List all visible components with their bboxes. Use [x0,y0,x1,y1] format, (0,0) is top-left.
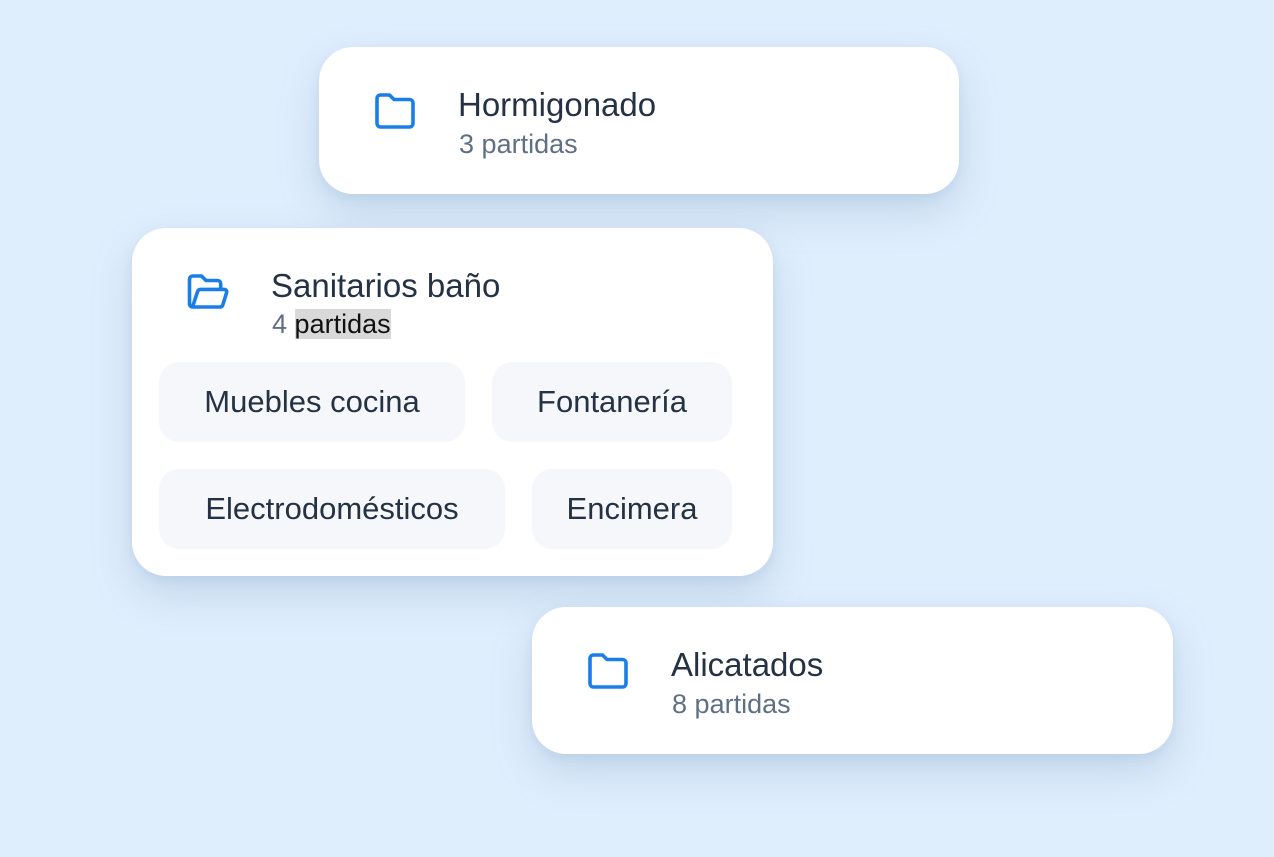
folder-title: Sanitarios baño [271,267,501,304]
folder-item-count: 8 partidas [672,688,791,720]
folder-open-icon [186,272,230,312]
chip-encimera[interactable]: Encimera [532,469,732,549]
item-count-unit: partidas [481,129,578,159]
folder-card-alicatados[interactable]: Alicatados 8 partidas [532,607,1173,754]
item-count-number: 3 [459,129,475,159]
chip-muebles-cocina[interactable]: Muebles cocina [159,362,465,442]
chip-electrodomesticos[interactable]: Electrodomésticos [159,469,505,549]
folder-icon [586,651,630,691]
folder-icon [373,91,417,131]
folder-item-count: 3 partidas [459,128,578,160]
folder-title: Alicatados [671,646,824,683]
folder-item-count: 4 partidas [272,308,391,340]
item-count-number: 4 [272,309,288,339]
chip-fontaneria[interactable]: Fontanería [492,362,732,442]
item-count-unit: partidas [694,689,791,719]
folder-title: Hormigonado [458,86,657,123]
folder-card-hormigonado[interactable]: Hormigonado 3 partidas [319,47,959,194]
item-count-number: 8 [672,689,688,719]
folder-card-sanitarios-bano[interactable]: Sanitarios baño 4 partidas Muebles cocin… [132,228,773,576]
item-count-unit-highlighted: partidas [294,309,391,339]
